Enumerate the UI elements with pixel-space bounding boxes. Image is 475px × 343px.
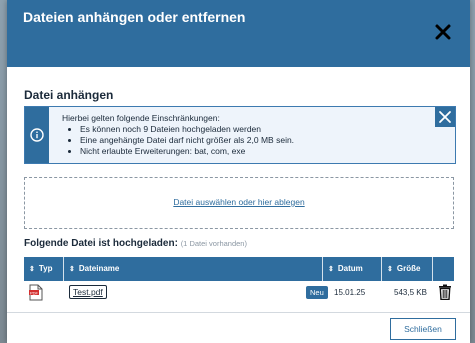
sort-icon: ⇕: [69, 266, 75, 273]
sort-icon: ⇕: [328, 266, 334, 273]
new-badge: Neu: [306, 286, 328, 299]
restriction-item: Eine angehängte Datei darf nicht größer …: [80, 135, 294, 146]
close-icon: [439, 111, 451, 123]
file-name-link[interactable]: Test.pdf: [69, 285, 107, 299]
column-divider: [432, 257, 433, 281]
select-file-link[interactable]: Datei auswählen oder hier ablegen: [25, 197, 453, 207]
restriction-item: Es können noch 9 Dateien hochgeladen wer…: [80, 124, 294, 135]
column-divider: [63, 257, 64, 281]
close-button[interactable]: Schließen: [390, 318, 456, 340]
info-sidebar: [25, 107, 49, 163]
attachments-dialog: Dateien anhängen oder entfernen Datei an…: [7, 0, 470, 343]
column-label: Typ: [38, 264, 53, 273]
uploaded-files-title: Folgende Datei ist hochgeladen: (1 Datei…: [24, 238, 247, 249]
column-header-groesse[interactable]: ⇕ Größe: [387, 257, 420, 281]
column-label: Größe: [396, 264, 421, 273]
dialog-header: Dateien anhängen oder entfernen: [7, 0, 470, 67]
file-count-note: (1 Datei vorhanden): [180, 239, 247, 248]
column-header-datum[interactable]: ⇕ Datum: [328, 257, 363, 281]
dialog-title: Dateien anhängen oder entfernen: [23, 9, 246, 25]
trash-icon[interactable]: [438, 284, 452, 301]
svg-text:PDF: PDF: [30, 290, 39, 295]
column-divider: [322, 257, 323, 281]
file-date: 15.01.25: [334, 288, 366, 297]
restriction-item: Nicht erlaubte Erweiterungen: bat, com, …: [80, 146, 294, 157]
column-label: Datum: [337, 264, 363, 273]
uploaded-files-heading: Folgende Datei ist hochgeladen:: [24, 238, 178, 249]
footer-divider: [7, 312, 470, 313]
restrictions-text: Hierbei gelten folgende Einschränkungen:…: [62, 113, 294, 157]
table-row: PDF Test.pdf Neu 15.01.25 543,5 KB: [24, 282, 454, 304]
restrictions-intro: Hierbei gelten folgende Einschränkungen:: [62, 113, 220, 123]
file-size: 543,5 KB: [394, 288, 427, 297]
column-header-typ[interactable]: ⇕ Typ: [29, 257, 53, 281]
sort-icon: ⇕: [29, 266, 35, 273]
column-label: Dateiname: [78, 264, 120, 273]
close-icon[interactable]: [434, 23, 452, 41]
sort-icon: ⇕: [387, 266, 393, 273]
column-header-dateiname[interactable]: ⇕ Dateiname: [69, 257, 119, 281]
restrictions-list: Es können noch 9 Dateien hochgeladen wer…: [62, 124, 294, 157]
info-close-button[interactable]: [435, 107, 455, 127]
restrictions-info-box: Hierbei gelten folgende Einschränkungen:…: [24, 106, 456, 164]
files-table-header: ⇕ Typ ⇕ Dateiname ⇕ Datum ⇕ Größe: [24, 257, 454, 281]
attach-section-title: Datei anhängen: [24, 88, 114, 102]
pdf-icon: PDF: [29, 284, 43, 301]
info-icon: [30, 128, 44, 142]
file-dropzone[interactable]: Datei auswählen oder hier ablegen: [24, 177, 454, 229]
column-divider: [381, 257, 382, 281]
